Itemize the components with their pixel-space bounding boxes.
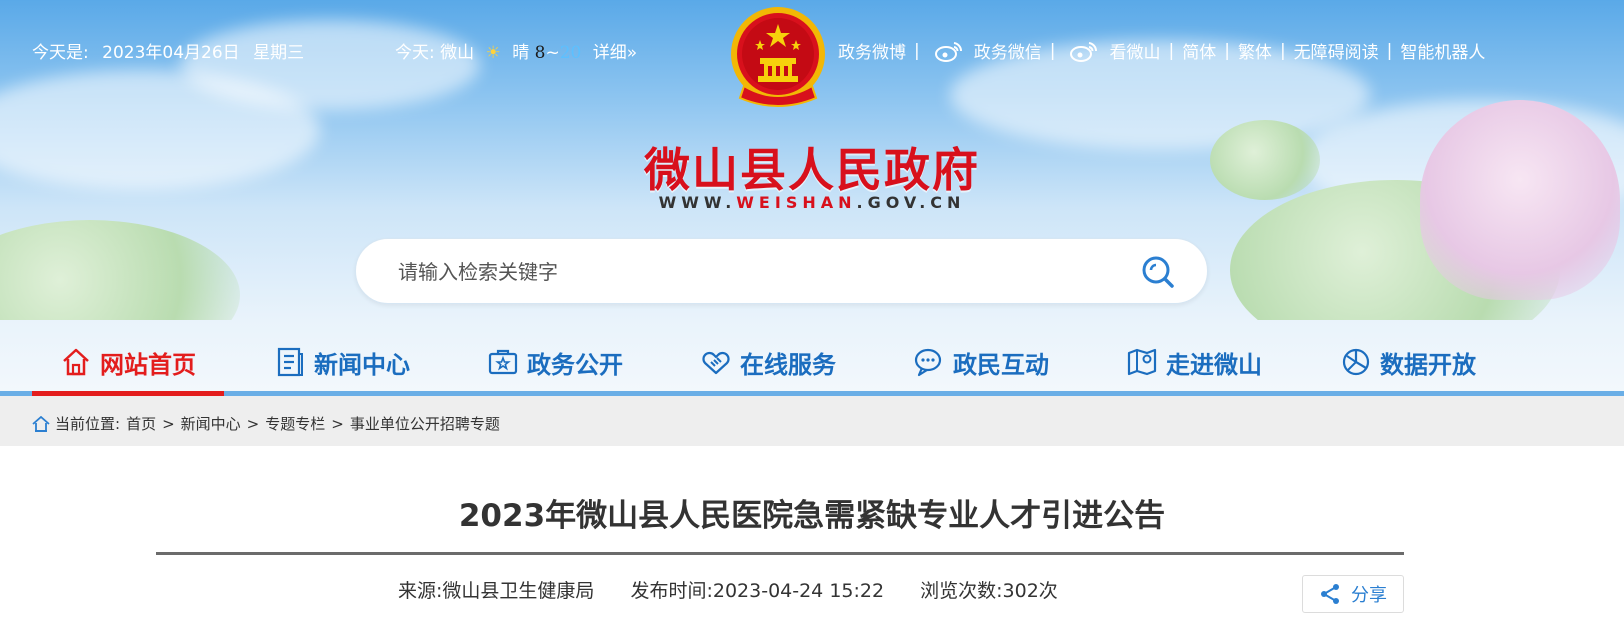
breadcrumb-special-column[interactable]: 专题专栏 [265, 413, 325, 434]
weather-widget: 今天: 微山 ☀ 晴 8~20 详细» [395, 38, 637, 63]
domain-main: WEISHAN [736, 193, 857, 212]
date-text: 2023年04月26日 [102, 43, 240, 63]
nav-item-news[interactable]: 新闻中心 [274, 342, 410, 382]
breadcrumb-home[interactable]: 首页 [126, 413, 156, 434]
share-icon [1321, 584, 1339, 604]
top-links: 政务微博 | 政务微信 | 看微山 | 简体 | 繁体 | 无障碍阅读 | 智能… [838, 38, 1485, 64]
article-meta: 来源:微山县卫生健康局 发布时间:2023-04-24 15:22 浏览次数:3… [398, 576, 1058, 603]
national-emblem-icon [731, 7, 825, 107]
domain-prefix: WWW. [658, 193, 737, 212]
nav-item-label: 数据开放 [1380, 350, 1476, 379]
traditional-link[interactable]: 繁体 [1238, 38, 1272, 63]
nav-item-label: 政民互动 [953, 350, 1049, 379]
site-title: 微山县人民政府 [644, 143, 980, 197]
breadcrumb-news-center[interactable]: 新闻中心 [181, 413, 241, 434]
handshake-icon [702, 351, 730, 375]
nav-item-online-service[interactable]: 在线服务 [700, 342, 836, 382]
temp-tilde: ~ [545, 43, 560, 63]
article-title: 2023年微山县人民医院急需紧缺专业人才引进公告 [458, 498, 1166, 534]
article-publish-time: 发布时间:2023-04-24 15:22 [630, 580, 885, 602]
nav-item-label: 在线服务 [740, 350, 836, 379]
site-domain: WWW.WEISHAN.GOV.CN [0, 193, 1624, 212]
gov-open-icon [488, 349, 518, 375]
nav-item-label: 政务公开 [527, 350, 623, 379]
separator: | [1279, 40, 1286, 61]
chat-icon [914, 348, 942, 377]
separator: | [1224, 40, 1230, 61]
separator: | [914, 40, 920, 61]
article-views: 浏览次数:302次 [920, 580, 1058, 602]
breadcrumb-separator: > [162, 414, 175, 433]
article-source: 来源:微山县卫生健康局 [398, 580, 595, 602]
home-icon [63, 348, 89, 376]
nav-item-label: 走进微山 [1166, 350, 1262, 379]
nav-item-open-data[interactable]: 数据开放 [1340, 342, 1476, 382]
nav-item-about[interactable]: 走进微山 [1126, 342, 1262, 382]
watch-weishan-link[interactable]: 看微山 [1109, 38, 1160, 63]
nav-item-interaction[interactable]: 政民互动 [913, 342, 1049, 382]
gov-wechat-link[interactable]: 政务微信 [974, 38, 1042, 63]
breadcrumb-label: 当前位置: [55, 415, 121, 433]
share-button[interactable]: 分享 [1302, 575, 1404, 613]
separator: | [1049, 40, 1056, 61]
search-icon[interactable] [1139, 253, 1177, 291]
search-box [355, 238, 1208, 304]
home-icon [32, 415, 50, 432]
nav-item-label: 新闻中心 [314, 350, 410, 379]
temp-high: 20 [559, 43, 582, 63]
temp-low: 8 [534, 43, 546, 63]
nav-item-home[interactable]: 网站首页 [60, 342, 196, 382]
today-date: 今天是: 2023年04月26日 星期三 [32, 38, 312, 63]
separator: | [1386, 40, 1393, 61]
domain-suffix: .GOV.CN [856, 193, 966, 212]
today-label: 今天是: [32, 43, 89, 63]
breadcrumb-recruitment[interactable]: 事业单位公开招聘专题 [350, 413, 500, 434]
data-icon [1342, 348, 1370, 376]
weekday-text: 星期三 [253, 43, 305, 63]
lotus-leaf-decoration [0, 220, 240, 320]
map-icon [1127, 348, 1157, 376]
weather-label: 今天: [395, 43, 435, 63]
article-divider [156, 552, 1404, 555]
weather-detail-link[interactable]: 详细» [593, 43, 637, 63]
weibo-icon [934, 41, 962, 62]
simplified-link[interactable]: 简体 [1182, 38, 1216, 63]
breadcrumb-separator: > [246, 414, 260, 433]
search-input[interactable] [398, 257, 1098, 287]
breadcrumb-separator: > [331, 414, 344, 433]
gov-weibo-link[interactable]: 政务微博 [838, 38, 906, 63]
weather-city: 微山 [440, 43, 475, 63]
smart-robot-link[interactable]: 智能机器人 [1400, 38, 1485, 63]
news-icon [277, 347, 303, 377]
breadcrumb: 当前位置: 首页 > 新闻中心 > 专题专栏 > 事业单位公开招聘专题 [32, 413, 500, 434]
share-label: 分享 [1351, 585, 1387, 606]
sun-icon: ☀ [485, 43, 501, 63]
weather-condition: 晴 [512, 43, 530, 63]
nav-item-label: 网站首页 [100, 350, 196, 379]
nav-item-gov-open[interactable]: 政务公开 [487, 342, 623, 382]
separator: | [1168, 40, 1175, 61]
weibo-icon [1070, 41, 1098, 62]
accessible-reading-link[interactable]: 无障碍阅读 [1294, 38, 1379, 63]
